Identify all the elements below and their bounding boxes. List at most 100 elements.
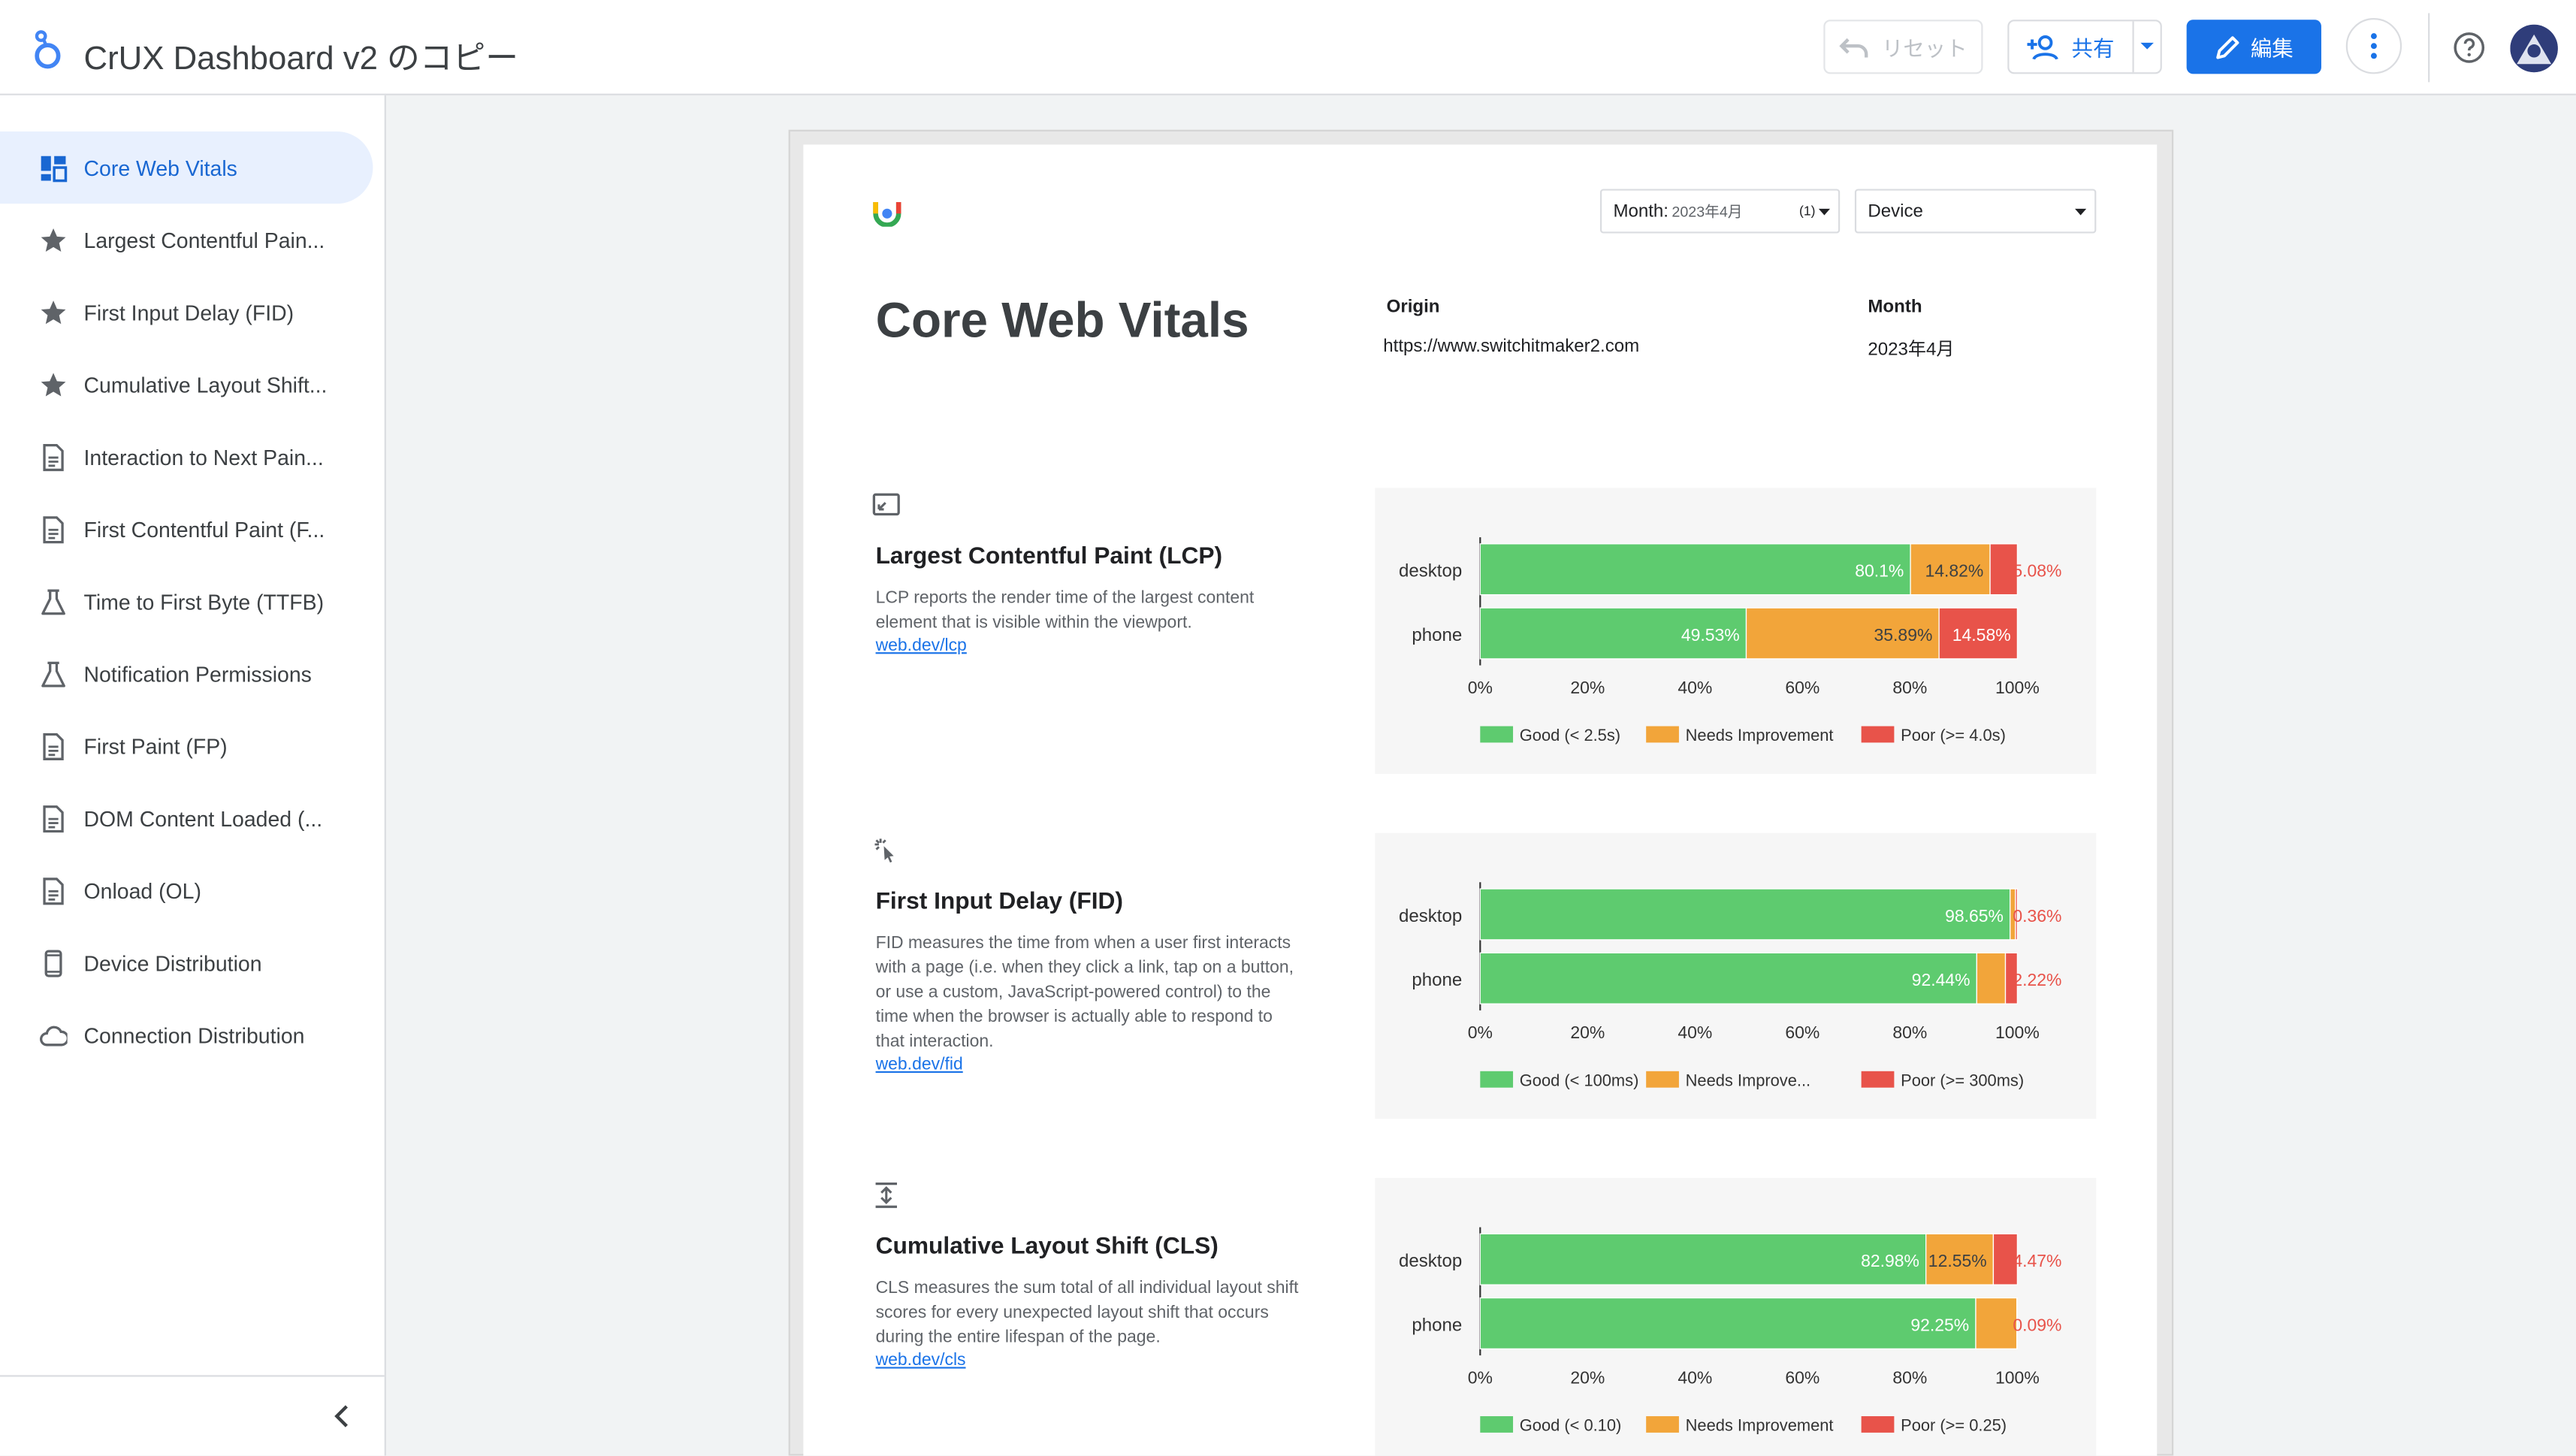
- data-label: 14.58%: [1952, 625, 2011, 645]
- month-filter-count: (1): [1799, 204, 1816, 219]
- reset-button[interactable]: リセット: [1823, 20, 1983, 74]
- device-filter-label: Device: [1868, 201, 1923, 222]
- bar-segment: [1479, 888, 2011, 941]
- category-label: desktop: [1399, 561, 1462, 581]
- share-button[interactable]: 共有: [2007, 20, 2162, 74]
- sidebar-item-dom-content-loaded[interactable]: DOM Content Loaded (...: [0, 782, 373, 854]
- sidebar-item-first-paint-fp[interactable]: First Paint (FP): [0, 710, 373, 782]
- sidebar-item-label: Connection Distribution: [83, 1023, 305, 1048]
- data-label: 82.98%: [1861, 1251, 1919, 1270]
- legend-swatch: [1861, 1071, 1895, 1088]
- lcp-description: LCP reports the render time of the large…: [875, 588, 1255, 633]
- undo-icon: [1840, 37, 1869, 57]
- sidebar-item-label: Interaction to Next Pain...: [83, 444, 324, 470]
- edit-label: 編集: [2250, 36, 2294, 61]
- sidebar-item-label: Core Web Vitals: [83, 155, 237, 180]
- legend-swatch: [1480, 1071, 1514, 1088]
- x-tick-label: 0%: [1468, 1023, 1493, 1042]
- legend-swatch: [1646, 1416, 1679, 1433]
- fid-title: First Input Delay (FID): [875, 889, 1124, 916]
- sidebar-item-label: First Input Delay (FID): [83, 300, 294, 325]
- data-label: 80.1%: [1855, 561, 1904, 581]
- edit-button[interactable]: 編集: [2186, 20, 2321, 74]
- sidebar-item-label: Onload (OL): [83, 878, 201, 903]
- sidebar-item-device-distribution[interactable]: Device Distribution: [0, 926, 373, 998]
- sidebar-item-first-contentful-paint-f[interactable]: First Contentful Paint (F...: [0, 493, 373, 565]
- x-tick-label: 80%: [1892, 1023, 1927, 1042]
- lcp-link[interactable]: web.dev/lcp: [876, 636, 967, 655]
- help-icon[interactable]: [2453, 32, 2486, 65]
- x-tick-label: 100%: [1995, 1367, 2040, 1387]
- fid-link[interactable]: web.dev/fid: [876, 1055, 963, 1074]
- legend-label: Poor (>= 300ms): [1901, 1071, 2024, 1089]
- cls-title: Cumulative Layout Shift (CLS): [875, 1234, 1219, 1261]
- data-label: 0.09%: [2013, 1315, 2061, 1334]
- report-name[interactable]: CrUX Dashboard v2 のコピー: [84, 32, 518, 79]
- sidebar-item-core-web-vitals[interactable]: Core Web Vitals: [0, 131, 373, 204]
- sidebar-item-time-to-first-byte-ttfb[interactable]: Time to First Byte (TTFB): [0, 565, 373, 637]
- sidebar-item-interaction-to-next-pain[interactable]: Interaction to Next Pain...: [0, 421, 373, 493]
- sidebar-item-connection-distribution[interactable]: Connection Distribution: [0, 999, 373, 1071]
- legend-swatch: [1480, 1416, 1514, 1433]
- legend-label: Good (< 2.5s): [1520, 726, 1620, 745]
- legend-label: Needs Improvement: [1686, 726, 1834, 745]
- collapse-sidebar-icon[interactable]: [328, 1401, 358, 1430]
- sidebar-item-label: Device Distribution: [83, 950, 262, 975]
- data-label: 4.47%: [2013, 1251, 2061, 1270]
- legend-swatch: [1646, 1071, 1679, 1088]
- data-label: 12.55%: [1928, 1251, 1987, 1270]
- user-avatar[interactable]: [2510, 24, 2558, 73]
- looker-studio-logo-icon[interactable]: [29, 28, 65, 71]
- x-tick-label: 80%: [1892, 678, 1927, 697]
- document-icon: [43, 877, 64, 905]
- device-filter-control[interactable]: Device: [1854, 189, 2097, 234]
- device-dropdown-icon: [2074, 208, 2087, 216]
- x-tick-label: 60%: [1785, 1367, 1820, 1387]
- data-label: 2.22%: [2013, 970, 2061, 989]
- lcp-title: Largest Contentful Paint (LCP): [875, 543, 1223, 570]
- legend-label: Needs Improve...: [1686, 1071, 1810, 1089]
- bar-segment: [1479, 952, 1977, 1004]
- sidebar-item-first-input-delay-fid[interactable]: First Input Delay (FID): [0, 276, 373, 348]
- more-vert-icon: [2370, 33, 2377, 59]
- x-tick-label: 0%: [1468, 1367, 1493, 1387]
- cls-link[interactable]: web.dev/cls: [876, 1351, 966, 1370]
- star-icon: [41, 227, 66, 251]
- legend-label: Needs Improvement: [1686, 1416, 1834, 1435]
- more-options-button[interactable]: [2345, 18, 2402, 74]
- document-icon: [43, 732, 64, 760]
- x-tick-label: 100%: [1995, 1023, 2040, 1042]
- x-tick-label: 40%: [1678, 678, 1712, 697]
- category-label: phone: [1412, 625, 1462, 645]
- month-value: 2023年4月: [1868, 340, 1955, 360]
- data-label: 49.53%: [1681, 625, 1740, 645]
- data-label: 98.65%: [1945, 906, 2004, 926]
- data-label: 5.08%: [2013, 561, 2061, 581]
- lcp-icon: [872, 493, 900, 516]
- x-tick-label: 0%: [1468, 678, 1493, 697]
- sidebar-item-cumulative-layout-shift[interactable]: Cumulative Layout Shift...: [0, 349, 373, 421]
- month-filter-value: 2023年4月: [1672, 204, 1743, 221]
- category-label: phone: [1412, 1315, 1462, 1335]
- category-label: desktop: [1399, 906, 1462, 926]
- legend-label: Good (< 100ms): [1520, 1071, 1639, 1089]
- sidebar-item-onload-ol[interactable]: Onload (OL): [0, 854, 373, 926]
- origin-value: https://www.switchitmaker2.com: [1383, 337, 1640, 357]
- toolbar-divider: [2428, 13, 2430, 83]
- sidebar-item-largest-contentful-pain[interactable]: Largest Contentful Pain...: [0, 204, 373, 276]
- data-label: 0.36%: [2013, 906, 2061, 926]
- month-label: Month: [1868, 297, 1922, 318]
- star-icon: [41, 372, 66, 396]
- cls-chart-svg: desktop phone 82.98% 12.55% 4.47% 92.25% 0.09%…: [1399, 1227, 2061, 1435]
- lcp-chart-svg: desktop phone 80.1% 14.82% 5.08% 49.53% 35.89%…: [1399, 537, 2061, 745]
- sidebar-item-notification-permissions[interactable]: Notification Permissions: [0, 637, 373, 709]
- month-filter-control[interactable]: Month: 2023年4月 (1): [1599, 189, 1841, 234]
- x-tick-label: 40%: [1678, 1367, 1712, 1387]
- data-label: 92.44%: [1912, 970, 1971, 989]
- month-dropdown-icon: [1818, 208, 1831, 216]
- sidebar-item-label: First Paint (FP): [83, 733, 228, 759]
- share-dropdown-icon[interactable]: [2140, 41, 2154, 51]
- legend-swatch: [1480, 726, 1514, 743]
- document-icon: [43, 443, 64, 470]
- report-page: Month: 2023年4月 (1) Device Core Web Vital…: [803, 144, 2158, 1456]
